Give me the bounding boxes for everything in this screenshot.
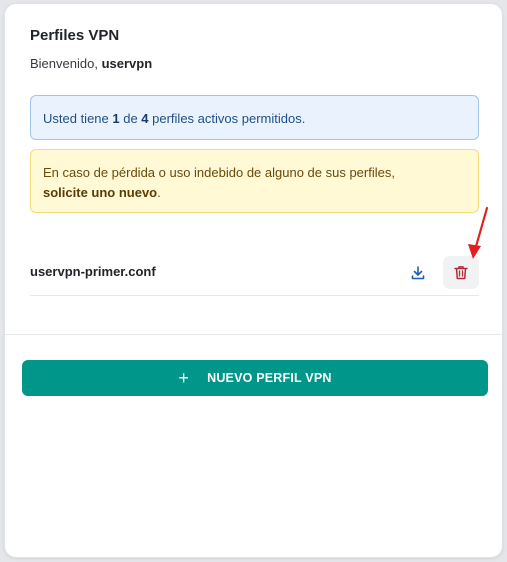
section-divider — [5, 334, 502, 335]
new-vpn-profile-label: NUEVO PERFIL VPN — [207, 371, 332, 385]
new-vpn-profile-button[interactable]: + NUEVO PERFIL VPN — [22, 360, 488, 396]
profile-filename: uservpn-primer.conf — [30, 264, 156, 279]
max-count: 4 — [141, 111, 149, 126]
warning-alert: En caso de pérdida o uso indebido de alg… — [30, 149, 479, 213]
request-new-link[interactable]: solicite uno nuevo — [43, 185, 157, 200]
page-title: Perfiles VPN — [30, 27, 120, 44]
download-icon — [411, 266, 425, 280]
trash-icon — [454, 266, 468, 280]
plus-icon: + — [178, 368, 190, 388]
info-alert: Usted tiene 1 de 4 perfiles activos perm… — [30, 95, 479, 140]
active-count: 1 — [112, 111, 120, 126]
info-middle: de — [119, 111, 142, 126]
warning-end: . — [157, 185, 161, 200]
info-prefix: Usted tiene — [43, 111, 113, 126]
vpn-profiles-card: Perfiles VPN Bienvenido, uservpn Usted t… — [4, 3, 503, 558]
profile-row: uservpn-primer.conf — [30, 251, 479, 296]
annotation-arrow-icon — [468, 206, 489, 259]
welcome-prefix: Bienvenido, — [30, 56, 102, 71]
download-button[interactable] — [405, 257, 431, 289]
username: uservpn — [101, 56, 153, 71]
info-suffix: perfiles activos permitidos. — [148, 111, 306, 126]
warning-text: En caso de pérdida o uso indebido de alg… — [43, 165, 395, 180]
welcome-text: Bienvenido, uservpn — [30, 56, 152, 71]
